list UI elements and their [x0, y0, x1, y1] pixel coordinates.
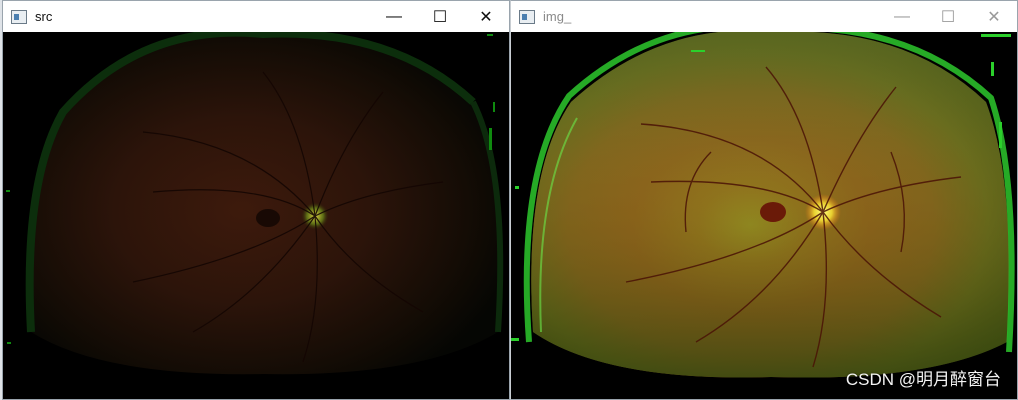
maximize-icon: ☐	[432, 8, 448, 26]
img-minimize-button[interactable]: —	[879, 1, 925, 32]
close-icon: ✕	[479, 8, 493, 26]
src-maximize-button[interactable]: ☐	[417, 1, 463, 32]
enhanced-fundus-image	[511, 32, 1017, 399]
img-close-button[interactable]: ✕	[971, 1, 1017, 32]
watermark-text: CSDN @明月醉窗台	[845, 370, 1001, 389]
img-window[interactable]: img_ — ☐ ✕ CSDN @明月醉窗台	[510, 0, 1018, 400]
image-window-icon	[11, 9, 27, 24]
img-titlebar[interactable]: img_ — ☐ ✕	[511, 1, 1017, 32]
src-minimize-button[interactable]: —	[371, 1, 417, 32]
close-icon: ✕	[987, 8, 1001, 26]
src-image-canvas	[3, 32, 509, 399]
img-maximize-button[interactable]: ☐	[925, 1, 971, 32]
image-window-icon	[519, 9, 535, 24]
minimize-icon: —	[386, 7, 402, 25]
img-image-canvas: CSDN @明月醉窗台	[511, 32, 1017, 399]
src-close-button[interactable]: ✕	[463, 1, 509, 32]
src-window-title: src	[35, 9, 53, 24]
img-window-title: img_	[543, 9, 572, 24]
minimize-icon: —	[894, 7, 910, 25]
src-titlebar[interactable]: src — ☐ ✕	[3, 1, 509, 32]
src-fundus-image	[3, 32, 509, 399]
maximize-icon: ☐	[940, 8, 956, 26]
src-window[interactable]: src — ☐ ✕	[2, 0, 510, 400]
